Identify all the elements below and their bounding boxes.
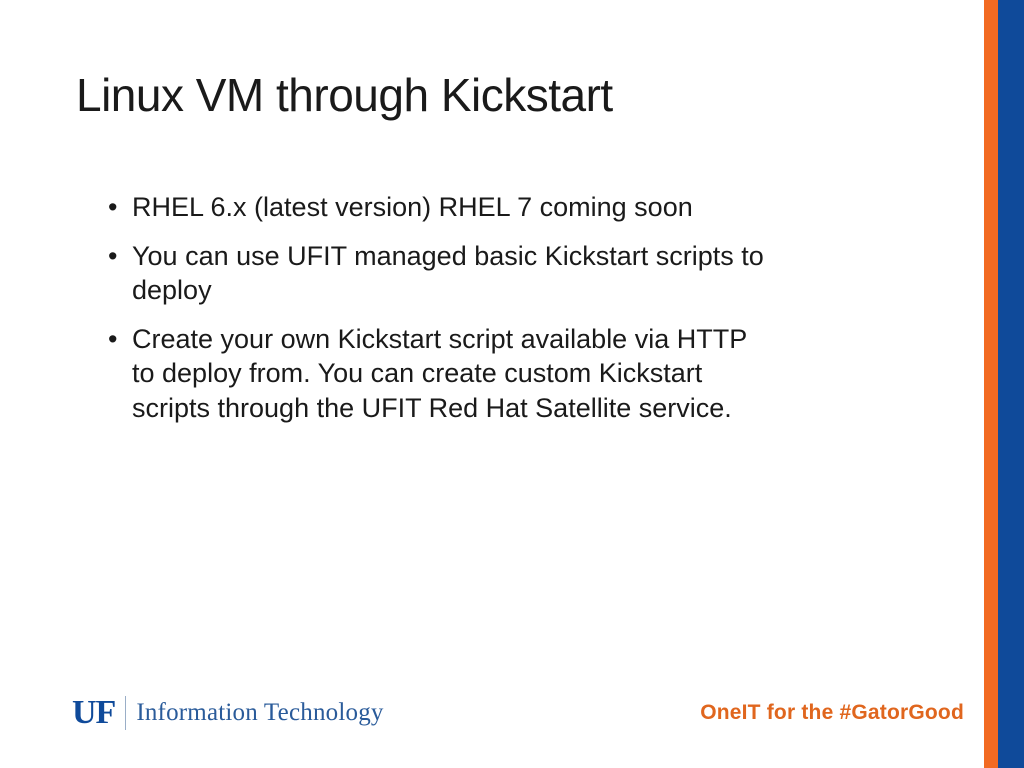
stripe-orange xyxy=(984,0,998,768)
stripe-blue xyxy=(998,0,1024,768)
uf-logo-group: UF Information Technology xyxy=(72,694,384,732)
uf-logo-mark: UF xyxy=(72,694,115,732)
side-accent-stripes xyxy=(984,0,1024,768)
logo-text: Information Technology xyxy=(136,699,383,727)
logo-divider xyxy=(125,696,126,730)
bullet-list: RHEL 6.x (latest version) RHEL 7 coming … xyxy=(132,190,772,425)
list-item: You can use UFIT managed basic Kickstart… xyxy=(132,239,772,308)
list-item: Create your own Kickstart script availab… xyxy=(132,322,772,426)
content-area: RHEL 6.x (latest version) RHEL 7 coming … xyxy=(132,190,772,439)
list-item: RHEL 6.x (latest version) RHEL 7 coming … xyxy=(132,190,772,225)
footer-tagline: OneIT for the #GatorGood xyxy=(700,701,964,725)
slide-title: Linux VM through Kickstart xyxy=(76,68,613,122)
slide-footer: UF Information Technology OneIT for the … xyxy=(72,694,964,732)
